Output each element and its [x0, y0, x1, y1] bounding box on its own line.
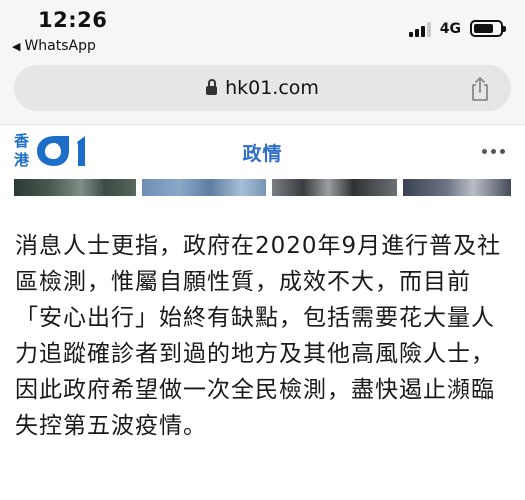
section-title[interactable]: 政情 [0, 139, 525, 166]
photo-strip [14, 179, 512, 196]
browser-chrome: 12:26 ◀ WhatsApp 4G hk01.com [0, 0, 525, 124]
lock-icon [206, 79, 218, 96]
back-triangle-icon: ◀ [12, 39, 21, 53]
address-bar[interactable]: hk01.com [14, 65, 511, 111]
url-text: hk01.com [225, 77, 319, 99]
share-icon[interactable] [469, 76, 491, 102]
signal-icon [408, 21, 431, 37]
site-header: 香 港 政情 [0, 124, 525, 179]
photo-thumbnail[interactable] [402, 179, 512, 196]
photo-thumbnail[interactable] [142, 179, 267, 196]
back-to-app-link[interactable]: ◀ WhatsApp [12, 38, 96, 54]
network-type: 4G [439, 20, 461, 37]
back-app-label: WhatsApp [24, 38, 96, 54]
status-indicators: 4G [408, 20, 506, 37]
article-paragraph: 消息人士更指，政府在2020年9月進行普及社區檢測，惟屬自願性質，成效不大，而目… [15, 233, 502, 439]
status-time: 12:26 [38, 8, 108, 32]
battery-icon [470, 20, 506, 37]
more-icon[interactable] [482, 149, 505, 154]
photo-thumbnail[interactable] [14, 179, 137, 196]
photo-thumbnail[interactable] [272, 179, 397, 196]
